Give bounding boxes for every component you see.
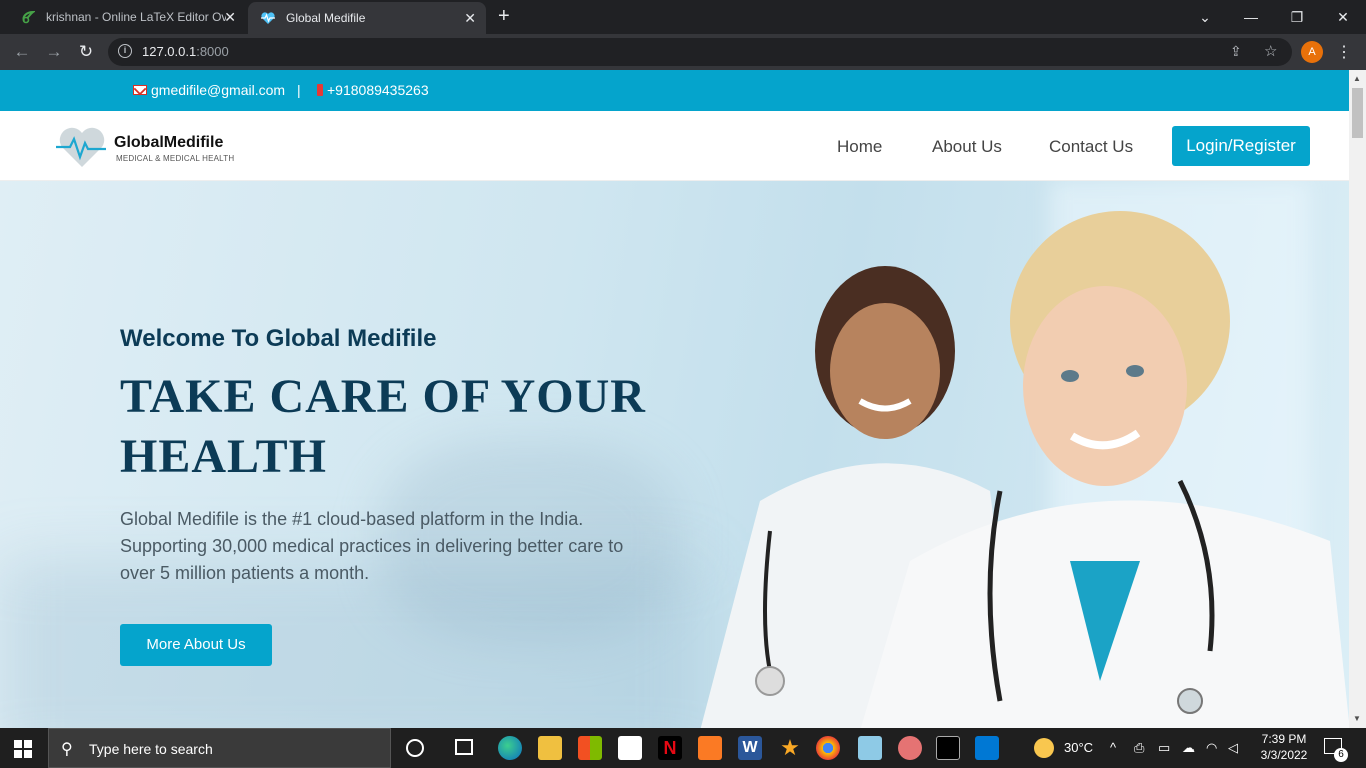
more-about-us-button[interactable]: More About Us [120, 624, 272, 666]
email-contact[interactable]: gmedifile@gmail.com [133, 82, 285, 98]
contact-strip: gmedifile@gmail.com | +918089435263 [0, 70, 1349, 111]
tab-title: Global Medifile [286, 11, 366, 25]
clock-date: 3/3/2022 [1260, 748, 1308, 762]
cloud-icon[interactable]: ☁ [1182, 740, 1195, 756]
clock[interactable]: 7:39 PM 3/3/2022 [1256, 731, 1312, 763]
brand-tagline: MEDICAL & MEDICAL HEALTH [116, 154, 235, 163]
word-icon[interactable]: W [738, 736, 762, 760]
overleaf-icon [20, 9, 36, 25]
hero-banner: Welcome To Global Medifile TAKE CARE OF … [0, 181, 1349, 728]
store-icon[interactable] [578, 736, 602, 760]
url-bar[interactable]: i 127.0.0.1:8000 ⇪ ☆ [108, 38, 1292, 66]
weather-temp[interactable]: 30°C [1064, 740, 1093, 755]
close-window-button[interactable]: ✕ [1320, 0, 1366, 34]
phone-icon [317, 84, 323, 96]
vscode-icon[interactable] [975, 736, 999, 760]
paint-icon[interactable] [898, 736, 922, 760]
notification-badge: 6 [1334, 748, 1348, 762]
forward-arrow-icon[interactable]: → [42, 40, 66, 64]
reload-icon[interactable]: ↻ [74, 40, 98, 64]
url-host: 127.0.0.1 [142, 44, 197, 59]
nav-home[interactable]: Home [837, 137, 882, 157]
windows-taskbar: ⚲ Type here to search N W ★ 30°C ^ ⎙ ▭ ☁… [0, 728, 1366, 768]
site-info-icon[interactable]: i [118, 44, 132, 58]
headline-line: TAKE CARE OF YOUR [120, 370, 646, 423]
volume-icon[interactable]: ◁ [1228, 740, 1238, 756]
notepad-icon[interactable] [858, 736, 882, 760]
close-tab-icon[interactable]: ✕ [464, 10, 476, 27]
page-scrollbar[interactable]: ▲ ▼ [1349, 70, 1366, 728]
netflix-icon[interactable]: N [658, 736, 682, 760]
heartbeat-icon [260, 10, 276, 26]
cortana-icon[interactable] [406, 739, 424, 757]
task-view-icon[interactable] [455, 739, 473, 755]
share-icon[interactable]: ⇪ [1230, 43, 1242, 60]
browser-menu-icon[interactable]: ⋮ [1336, 42, 1352, 62]
login-register-button[interactable]: Login/Register [1172, 126, 1310, 166]
email-text: gmedifile@gmail.com [151, 82, 286, 98]
hero-headline: TAKE CARE OF YOUR HEALTH [120, 367, 700, 487]
headline-line: HEALTH [120, 430, 327, 483]
brand-name: GlobalMedifile [114, 134, 224, 151]
scroll-up-arrow-icon[interactable]: ▲ [1353, 74, 1361, 83]
chrome-icon[interactable] [816, 736, 840, 760]
search-icon: ⚲ [61, 741, 73, 758]
battery-icon[interactable]: ▭ [1158, 740, 1170, 756]
wifi-icon[interactable]: ◠ [1206, 740, 1217, 756]
search-placeholder: Type here to search [89, 741, 213, 757]
xampp-icon[interactable] [698, 736, 722, 760]
phone-text: +918089435263 [327, 82, 429, 98]
edge-icon[interactable] [498, 736, 522, 760]
mail-icon [133, 85, 147, 95]
profile-avatar[interactable]: A [1301, 41, 1323, 63]
tab-latex-editor[interactable]: krishnan - Online LaTeX Editor Ov ✕ [8, 0, 246, 34]
back-arrow-icon[interactable]: ← [10, 40, 34, 64]
site-logo[interactable]: GlobalMedifile MEDICAL & MEDICAL HEALTH [56, 125, 246, 169]
star-app-icon[interactable]: ★ [778, 736, 802, 760]
heart-logo-icon [56, 127, 106, 167]
mail-app-icon[interactable] [618, 736, 642, 760]
tab-title: krishnan - Online LaTeX Editor Ov [46, 10, 226, 24]
phone-contact[interactable]: +918089435263 [317, 82, 429, 98]
url-port: :8000 [196, 44, 229, 59]
tab-search-icon[interactable]: ⌄ [1182, 0, 1228, 34]
terminal-icon[interactable] [936, 736, 960, 760]
new-tab-button[interactable]: + [498, 5, 510, 28]
nav-about-us[interactable]: About Us [932, 137, 1002, 157]
clock-time: 7:39 PM [1261, 732, 1307, 746]
scrollbar-thumb[interactable] [1352, 88, 1363, 138]
weather-icon[interactable] [1034, 738, 1054, 758]
taskbar-search-box[interactable]: ⚲ Type here to search [48, 728, 391, 768]
site-header: GlobalMedifile MEDICAL & MEDICAL HEALTH … [0, 111, 1349, 181]
file-explorer-icon[interactable] [538, 736, 562, 760]
address-toolbar: ← → ↻ i 127.0.0.1:8000 ⇪ ☆ A ⋮ [0, 34, 1366, 70]
restore-button[interactable]: ❐ [1274, 0, 1320, 34]
scroll-down-arrow-icon[interactable]: ▼ [1353, 714, 1361, 723]
close-tab-icon[interactable]: ✕ [224, 9, 236, 26]
bookmark-star-icon[interactable]: ☆ [1264, 42, 1277, 60]
windows-start-icon[interactable] [14, 740, 32, 763]
nav-contact-us[interactable]: Contact Us [1049, 137, 1133, 157]
minimize-button[interactable]: — [1228, 0, 1274, 34]
meet-icon[interactable]: ⎙ [1134, 740, 1144, 756]
welcome-heading: Welcome To Global Medifile [120, 325, 437, 352]
hero-description: Global Medifile is the #1 cloud-based pl… [120, 509, 624, 583]
page-viewport: gmedifile@gmail.com | +918089435263 Glob… [0, 70, 1349, 728]
tray-expand-icon[interactable]: ^ [1110, 740, 1116, 755]
doctors-image [700, 211, 1349, 728]
divider: | [297, 82, 301, 98]
url-text: 127.0.0.1:8000 [142, 44, 229, 59]
browser-tab-strip: krishnan - Online LaTeX Editor Ov ✕ Glob… [0, 0, 1366, 34]
tab-global-medifile[interactable]: Global Medifile ✕ [248, 2, 486, 34]
